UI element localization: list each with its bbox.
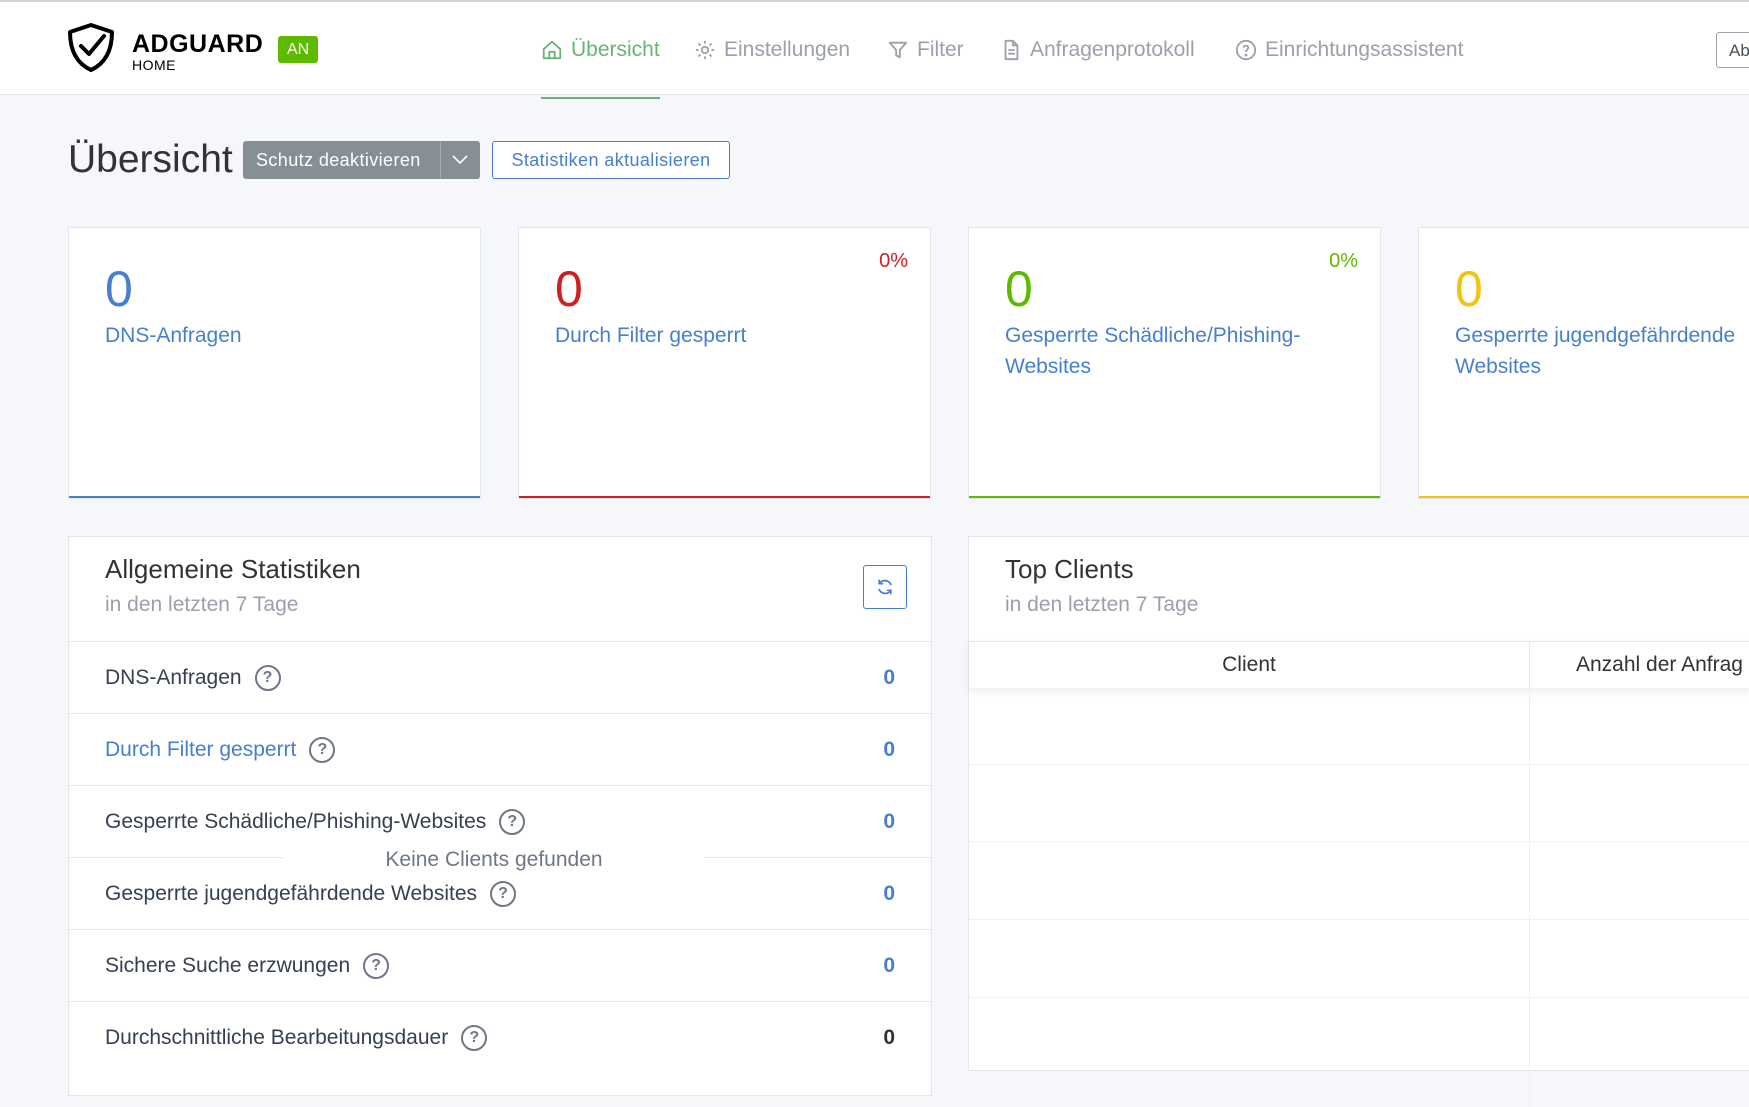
counter-value: 0: [1455, 261, 1483, 317]
filter-icon: [888, 41, 908, 59]
refresh-icon: [878, 579, 892, 595]
home-icon: [542, 40, 562, 60]
counter-value: 0: [1005, 261, 1033, 317]
nav-item-label: Filter: [917, 38, 964, 61]
chevron-down-icon[interactable]: [439, 141, 480, 179]
stat-row-avg-processing-time: Durchschnittliche Bearbeitungsdauer? 0: [69, 1001, 931, 1074]
help-circle-icon: [1235, 39, 1257, 61]
counter-card-blocked-by-filter: 0 0% Durch Filter gesperrt: [518, 227, 931, 499]
counter-value: 0: [105, 261, 133, 317]
stat-value[interactable]: 0: [883, 738, 895, 762]
refresh-statistics-button[interactable]: Statistiken aktualisieren: [492, 141, 730, 179]
table-column-divider: [1529, 687, 1530, 1107]
table-row-divider: [969, 841, 1749, 842]
stat-label-link[interactable]: Durch Filter gesperrt: [105, 738, 296, 762]
help-icon[interactable]: ?: [461, 1025, 488, 1051]
counter-value: 0: [555, 261, 583, 317]
stat-label: Sichere Suche erzwungen: [105, 954, 351, 977]
stat-label: Durchschnittliche Bearbeitungsdauer: [105, 1026, 449, 1049]
stat-row-safe-search: Sichere Suche erzwungen? 0: [69, 929, 931, 1002]
stat-label: Gesperrte jugendgefährdende Websites: [105, 882, 478, 905]
top-header: ADGUARD HOME AN Übersicht Einstellungen …: [0, 2, 1749, 99]
nav-item-label: Einrichtungsassistent: [1265, 38, 1464, 61]
empty-clients-message: Keine Clients gefunden: [284, 842, 704, 878]
stat-row-blocked-by-filter: Durch Filter gesperrt? 0: [69, 713, 931, 786]
counter-card-blocked-adult: 0 Gesperrte jugendgefährdende Websites: [1418, 227, 1749, 499]
help-icon[interactable]: ?: [254, 665, 281, 691]
nav-item-query-log[interactable]: Anfragenprotokoll: [1000, 4, 1195, 96]
nav-item-label: Einstellungen: [724, 38, 851, 61]
brand-title: ADGUARD: [132, 30, 264, 58]
nav-item-setup-guide[interactable]: Einrichtungsassistent: [1235, 4, 1463, 96]
stat-value[interactable]: 0: [883, 954, 895, 978]
clients-table-header: Client Anzahl der Anfrag: [969, 641, 1749, 688]
stat-label: Gesperrte Schädliche/Phishing-Websites: [105, 810, 487, 833]
stat-label: DNS-Anfragen: [105, 666, 242, 689]
protection-status-badge: AN: [278, 36, 319, 63]
adguard-shield-logo-icon: [68, 23, 114, 72]
stat-value[interactable]: 0: [883, 666, 895, 690]
document-icon: [1004, 39, 1019, 61]
panel-subtitle: in den letzten 7 Tage: [105, 593, 299, 616]
gear-icon: [695, 40, 715, 60]
nav-item-label: Anfragenprotokoll: [1030, 38, 1195, 61]
nav-item-overview[interactable]: Übersicht: [541, 4, 660, 99]
page-title: Übersicht: [68, 138, 233, 181]
panel-title: Top Clients: [1005, 554, 1134, 584]
stat-value[interactable]: 0: [883, 882, 895, 906]
disable-protection-button[interactable]: Schutz deaktivieren: [243, 141, 480, 179]
column-header-client[interactable]: Client: [969, 642, 1530, 688]
nav-item-filter[interactable]: Filter: [887, 4, 964, 96]
table-row-divider: [969, 764, 1749, 765]
help-icon[interactable]: ?: [499, 809, 526, 835]
panel-title: Allgemeine Statistiken: [105, 554, 361, 584]
counter-percent: 0%: [879, 250, 908, 272]
disable-protection-label: Schutz deaktivieren: [256, 149, 421, 170]
counter-label[interactable]: Durch Filter gesperrt: [555, 320, 925, 351]
header-action-button[interactable]: Ab: [1716, 32, 1749, 68]
counter-card-blocked-malware: 0 0% Gesperrte Schädliche/Phishing-Websi…: [968, 227, 1381, 499]
counter-accent-bar: [1419, 496, 1749, 498]
help-icon[interactable]: ?: [363, 953, 390, 979]
column-header-query-count[interactable]: Anzahl der Anfrag: [1530, 642, 1743, 688]
counter-card-dns-queries: 0 DNS-Anfragen: [68, 227, 481, 499]
counter-accent-bar: [69, 496, 480, 498]
counter-label[interactable]: Gesperrte jugendgefährdende Websites: [1455, 320, 1749, 382]
help-icon[interactable]: ?: [309, 737, 336, 763]
nav-item-label: Übersicht: [571, 38, 660, 61]
refresh-stats-button[interactable]: [863, 565, 907, 609]
brand-subtitle: HOME: [132, 57, 176, 73]
stat-value: 0: [883, 1026, 895, 1049]
counter-accent-bar: [519, 496, 930, 498]
nav-item-settings[interactable]: Einstellungen: [694, 4, 850, 96]
panel-subtitle: in den letzten 7 Tage: [1005, 593, 1199, 616]
counter-percent: 0%: [1329, 250, 1358, 272]
stat-value[interactable]: 0: [883, 810, 895, 834]
stat-row-dns-queries: DNS-Anfragen? 0: [69, 641, 931, 714]
help-icon[interactable]: ?: [490, 881, 517, 907]
table-row-divider: [969, 997, 1749, 998]
counter-label[interactable]: Gesperrte Schädliche/Phishing-Websites: [1005, 320, 1375, 382]
counter-label[interactable]: DNS-Anfragen: [105, 320, 475, 351]
table-row-divider: [969, 919, 1749, 920]
counter-accent-bar: [969, 496, 1380, 498]
top-clients-panel: Top Clients in den letzten 7 Tage Client…: [968, 536, 1749, 1107]
general-statistics-panel: Allgemeine Statistiken in den letzten 7 …: [68, 536, 932, 1096]
